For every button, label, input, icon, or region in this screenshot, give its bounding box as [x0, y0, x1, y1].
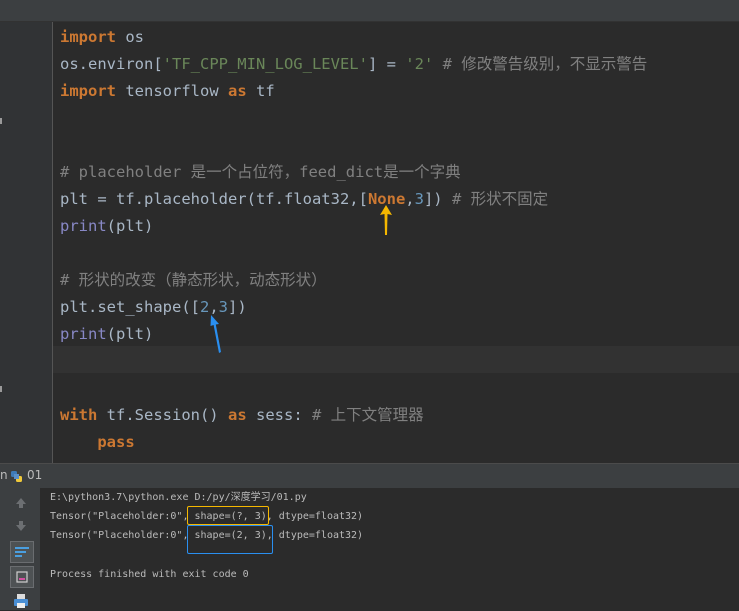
code-token: as	[227, 406, 247, 424]
code-token: print	[60, 217, 107, 235]
code-token: 3	[218, 298, 229, 316]
code-line[interactable]: import os	[60, 24, 144, 51]
code-token: (plt)	[106, 217, 154, 235]
gutter-marker	[0, 386, 2, 392]
run-tab-name[interactable]: 01	[27, 468, 42, 482]
code-token: pass	[97, 433, 135, 451]
code-token: 2	[199, 298, 210, 316]
code-token: as	[227, 82, 247, 100]
code-token: os	[116, 28, 144, 46]
code-line[interactable]: import tensorflow as tf	[60, 78, 275, 105]
console-exit-message: Process finished with exit code 0	[50, 569, 249, 580]
scroll-to-end-icon[interactable]	[10, 566, 34, 588]
blue-highlight-box	[187, 525, 273, 554]
code-token: ] =	[367, 55, 406, 73]
code-token: import	[60, 28, 116, 46]
code-token: # 形状的改变（静态形状，动态形状）	[60, 271, 327, 289]
code-token: import	[60, 82, 116, 100]
code-token: # 形状不固定	[451, 190, 549, 208]
line-gutter[interactable]	[0, 22, 53, 463]
gutter-marker	[0, 118, 2, 124]
code-line[interactable]: os.environ['TF_CPP_MIN_LOG_LEVEL'] = '2'…	[60, 51, 647, 78]
code-line[interactable]: with tf.Session() as sess: # 上下文管理器	[60, 402, 424, 429]
console-command-line: E:\python3.7\python.exe D:/py/深度学习/01.py	[50, 492, 307, 503]
code-line[interactable]: print(plt)	[60, 213, 153, 240]
code-token: # 上下文管理器	[311, 406, 424, 424]
down-arrow-icon[interactable]	[10, 516, 32, 536]
code-token: ])	[423, 190, 452, 208]
run-toolbar	[0, 488, 41, 610]
code-token: 'TF_CPP_MIN_LOG_LEVEL'	[162, 55, 368, 73]
code-token: 3	[414, 190, 424, 208]
code-token: # 修改警告级别，不显示警告	[433, 55, 648, 73]
print-icon[interactable]	[10, 591, 32, 611]
code-line[interactable]: # placeholder 是一个占位符，feed_dict是一个字典	[60, 159, 461, 186]
code-line[interactable]: # 形状的改变（静态形状，动态形状）	[60, 267, 327, 294]
code-editor[interactable]: import os os.environ['TF_CPP_MIN_LOG_LEVE…	[0, 0, 739, 463]
run-panel-header: n 01	[0, 463, 739, 489]
yellow-arrow-icon	[380, 205, 392, 235]
blue-arrow-icon	[210, 315, 221, 353]
code-token: tensorflow	[116, 82, 228, 100]
output-prefix: Tensor("Placeholder:0",	[50, 511, 189, 522]
code-token: ,	[405, 190, 415, 208]
code-token: with	[60, 406, 98, 424]
code-token: # placeholder 是一个占位符，feed_dict是一个字典	[60, 163, 461, 181]
up-arrow-icon[interactable]	[10, 493, 32, 513]
output-suffix: , dtype=float32)	[266, 511, 364, 522]
code-token: os.environ[	[60, 55, 163, 73]
soft-wrap-icon[interactable]	[10, 541, 34, 563]
code-token: ])	[228, 298, 247, 316]
output-prefix: Tensor("Placeholder:0",	[50, 530, 189, 541]
output-suffix: , dtype=float32)	[266, 530, 364, 541]
code-token: print	[60, 325, 107, 343]
code-line[interactable]: print(plt)	[60, 321, 153, 348]
code-token: tf	[246, 82, 275, 100]
code-line[interactable]: pass	[60, 429, 135, 456]
python-icon	[11, 471, 22, 482]
code-token: plt = tf.placeholder(tf.float32,[	[60, 190, 368, 208]
code-token: tf.Session()	[97, 406, 228, 424]
run-panel-label: n	[0, 468, 8, 482]
code-token: sess:	[246, 406, 312, 424]
run-console[interactable]: E:\python3.7\python.exe D:/py/深度学习/01.py…	[41, 488, 739, 610]
code-token: ,	[209, 298, 219, 316]
editor-top-strip	[0, 0, 739, 22]
current-line-highlight	[53, 346, 739, 373]
code-token: (plt)	[106, 325, 154, 343]
yellow-highlight-box	[187, 506, 269, 525]
code-token: plt.set_shape([	[60, 298, 200, 316]
code-token: '2'	[405, 55, 434, 73]
code-line[interactable]: plt = tf.placeholder(tf.float32,[None,3]…	[60, 186, 548, 213]
